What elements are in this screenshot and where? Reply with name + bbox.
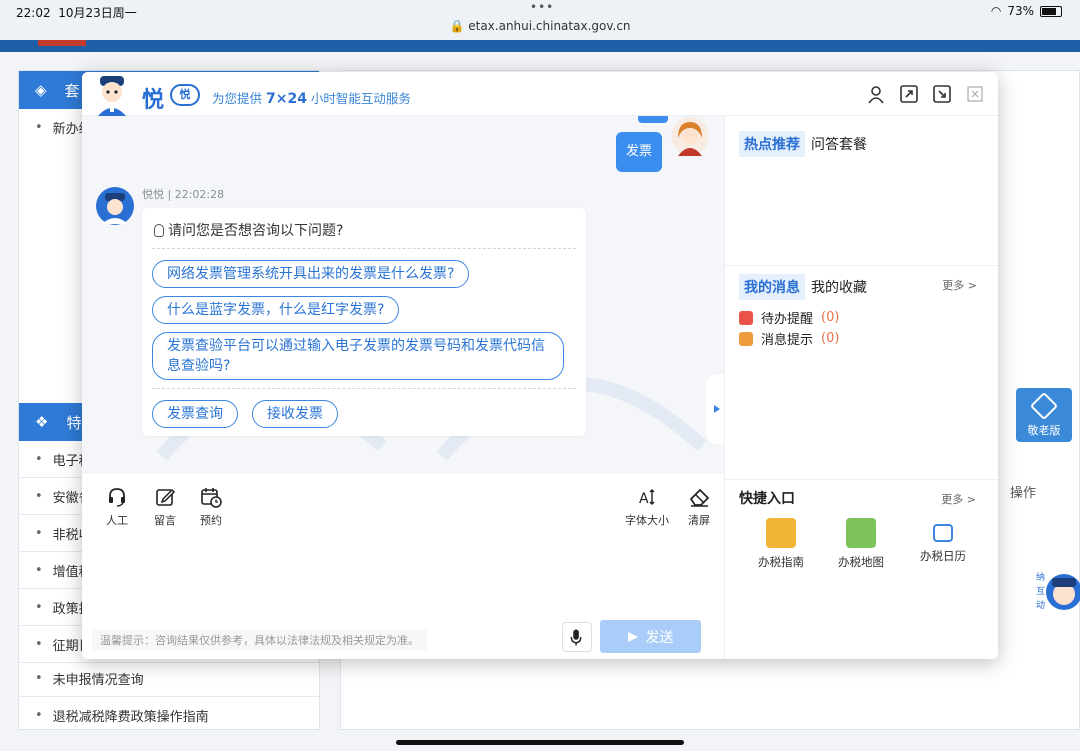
handshake-icon (1029, 391, 1059, 421)
fullscreen-icon[interactable] (899, 84, 919, 104)
elder-mode-button[interactable]: 敬老版 (1016, 388, 1072, 442)
layers-icon: ◈ (35, 81, 47, 99)
calendar-icon (933, 524, 953, 542)
appointment-button[interactable]: 预约 (200, 486, 222, 528)
edit-icon (156, 488, 176, 506)
send-icon (627, 631, 638, 642)
status-right: ◠ 73% (991, 4, 1062, 18)
tab-qa-package[interactable]: 问答套餐 (811, 134, 867, 154)
leave-message-button[interactable]: 留言 (154, 486, 176, 528)
chatbot-sidebar: 热点推荐 问答套餐 我的消息 我的收藏 更多 > 待办提醒 (0) 消息提示 (0)… (724, 116, 998, 659)
eraser-icon (689, 488, 710, 507)
map-pin-icon (846, 518, 876, 548)
font-size-icon: A (639, 489, 655, 507)
alarm-icon (739, 310, 753, 325)
brand-badge: 悦 (170, 84, 200, 106)
chat-history[interactable]: 发票 悦悦 | 22:02:28 请问您是否想咨询以下问题? 网络发票管理系统开… (82, 116, 724, 474)
url-bar[interactable]: 🔒 etax.anhui.chinatax.gov.cn (0, 19, 1080, 33)
bot-reply-card: 请问您是否想咨询以下问题? 网络发票管理系统开具出来的发票是什么发票? 什么是蓝… (142, 208, 586, 436)
close-icon[interactable] (965, 84, 985, 104)
grid-icon: ❖ (35, 413, 49, 431)
battery-icon (1040, 5, 1062, 17)
previous-bubble-edge (638, 116, 668, 123)
voice-input-button[interactable] (562, 622, 592, 652)
tab-my-messages[interactable]: 我的消息 (739, 274, 805, 300)
user-message-bubble: 发票 (616, 132, 662, 172)
suggestion-item[interactable]: 什么是蓝字发票，什么是红字发票? (152, 296, 400, 324)
user-icon[interactable] (866, 84, 886, 104)
lightbulb-icon (154, 223, 164, 237)
svg-text:互: 互 (1036, 586, 1045, 597)
bg-row[interactable]: 未申报情况查询 (19, 660, 319, 697)
calendar-clock-icon (201, 488, 222, 508)
suggestion-item[interactable]: 网络发票管理系统开具出来的发票是什么发票? (152, 260, 470, 288)
send-button[interactable]: 发送 (600, 620, 701, 653)
assistant-avatar-icon (98, 76, 126, 116)
site-banner (0, 40, 1080, 52)
quick-tax-calendar[interactable]: 办税日历 (907, 518, 979, 564)
site-logo-fragment (38, 40, 86, 46)
headset-icon (109, 488, 125, 507)
multitask-dots[interactable]: ••• (530, 0, 554, 14)
font-size-button[interactable]: A 字体大小 (625, 486, 669, 528)
wifi-icon: ◠ (990, 4, 1002, 18)
message-input[interactable]: 温馨提示：咨询结果仅供参考，具体以法律法规及相关规定为准。 发送 (82, 534, 724, 659)
divider (152, 248, 576, 249)
bg-operation-header: 操作 (1010, 486, 1037, 501)
tab-my-favorites[interactable]: 我的收藏 (811, 277, 867, 297)
svg-text:A: A (639, 491, 649, 507)
minimize-icon[interactable] (932, 84, 952, 104)
bg-row[interactable]: 退税减税降费政策操作指南 (19, 697, 319, 734)
message-section: 我的消息 我的收藏 更多 > 待办提醒 (0) 消息提示 (0) (725, 266, 998, 480)
service-slogan: 为您提供 7×24 小时智能互动服务 (212, 91, 411, 107)
quick-more-link[interactable]: 更多 > (941, 491, 976, 507)
quick-tax-map[interactable]: 办税地图 (825, 518, 897, 570)
messages-more-link[interactable]: 更多 > (942, 277, 977, 293)
floating-assistant-avatar[interactable]: 纳 互 动 (1034, 564, 1080, 614)
disclaimer-tip: 温馨提示：咨询结果仅供参考，具体以法律法规及相关规定为准。 (92, 630, 427, 650)
svg-text:纳: 纳 (1036, 571, 1045, 583)
sidebar-collapse-toggle[interactable] (706, 374, 724, 444)
user-avatar (671, 117, 709, 156)
battery-percent: 73% (1007, 4, 1034, 18)
todo-reminder[interactable]: 待办提醒 (0) (739, 308, 839, 327)
divider (152, 388, 576, 389)
chat-toolbar: 人工 留言 预约 A 字体大小 清屏 (82, 474, 724, 534)
chatbot-dialog: 悦 悦 为您提供 7×24 小时智能互动服务 发票 悦悦 | 22:02:28 (82, 72, 998, 659)
quick-entry-title: 快捷入口 (739, 491, 795, 507)
microphone-icon (570, 629, 582, 646)
svg-text:动: 动 (1036, 600, 1045, 611)
brand-logo: 悦 (142, 87, 165, 113)
human-agent-button[interactable]: 人工 (106, 486, 128, 528)
clear-screen-button[interactable]: 清屏 (688, 486, 710, 528)
home-indicator (396, 740, 684, 745)
hot-section: 热点推荐 问答套餐 (725, 116, 998, 266)
tab-hot-recommend[interactable]: 热点推荐 (739, 131, 805, 157)
guide-book-icon (766, 518, 796, 548)
chatbot-header: 悦 悦 为您提供 7×24 小时智能互动服务 (82, 72, 998, 116)
quick-tax-guide[interactable]: 办税指南 (745, 518, 817, 570)
bot-name-timestamp: 悦悦 | 22:02:28 (142, 188, 225, 201)
message-notice[interactable]: 消息提示 (0) (739, 329, 839, 348)
quick-tag-receive-invoice[interactable]: 接收发票 (252, 400, 338, 428)
status-bar: 22:02 10月23日周一 ••• 🔒 etax.anhui.chinatax… (0, 0, 1080, 40)
quick-tag-invoice-query[interactable]: 发票查询 (152, 400, 238, 428)
bot-avatar (96, 187, 134, 225)
suggestion-item[interactable]: 发票查验平台可以通过输入电子发票的发票号码和发票代码信息查验吗? (152, 332, 564, 380)
bot-question: 请问您是否想咨询以下问题? (154, 220, 343, 240)
location-bell-icon (739, 331, 753, 346)
